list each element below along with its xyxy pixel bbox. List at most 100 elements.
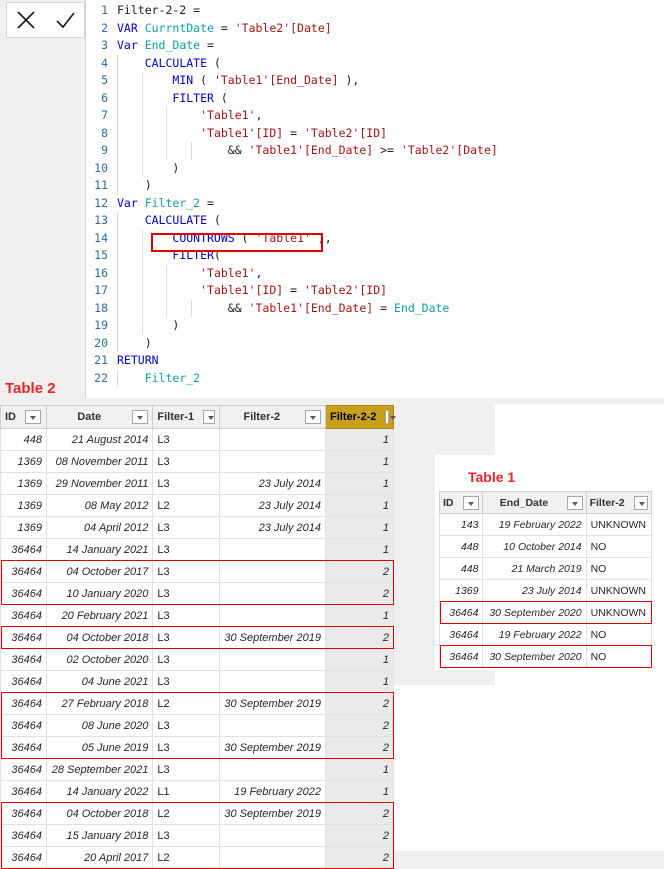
filter-dropdown-icon[interactable] bbox=[385, 410, 396, 424]
table-cell bbox=[218, 714, 327, 737]
code-token: ( bbox=[193, 73, 214, 87]
cancel-icon[interactable] bbox=[14, 8, 38, 32]
table-cell: 2 bbox=[325, 692, 394, 715]
code-line-number: 12 bbox=[94, 195, 108, 210]
table-row[interactable]: 448 21 August 2014 L3 1 bbox=[0, 428, 394, 451]
table-row[interactable]: 1369 29 November 2011 L3 23 July 2014 1 bbox=[0, 472, 394, 495]
indent-guide bbox=[141, 159, 143, 177]
table-row[interactable]: 36464 28 September 2021 L3 1 bbox=[0, 758, 394, 781]
code-line-number: 8 bbox=[101, 125, 108, 140]
table1-col-id[interactable]: ID bbox=[438, 491, 484, 514]
table2-col-filter1[interactable]: Filter-1 bbox=[152, 405, 220, 429]
filter-dropdown-icon[interactable] bbox=[566, 495, 583, 510]
table1-label: Table 1 bbox=[468, 469, 516, 485]
table2-grid[interactable]: ID Date Filter-1 Filter-2 Filter-2-2 448… bbox=[0, 405, 396, 869]
table-cell: L1 bbox=[152, 780, 220, 803]
code-token: CALCULATE bbox=[144, 213, 208, 227]
code-token: 'Table1' bbox=[255, 230, 311, 245]
table-row[interactable]: 36464 30 September 2020 UNKNOWN bbox=[438, 601, 653, 624]
table-cell: 14 January 2021 bbox=[45, 538, 154, 561]
indent-guide bbox=[166, 299, 167, 317]
code-token: CurrntDate bbox=[144, 20, 214, 35]
table-row[interactable]: 36464 04 June 2021 L3 1 bbox=[0, 670, 394, 693]
filter-dropdown-icon[interactable] bbox=[305, 410, 322, 424]
code-line-number: 4 bbox=[101, 55, 108, 70]
table-row[interactable]: 36464 04 October 2018 L3 30 September 2019 2 bbox=[0, 626, 394, 649]
table-cell: L2 bbox=[152, 802, 220, 825]
table1-col-filter2[interactable]: Filter-2 bbox=[585, 491, 653, 514]
table-cell: 04 October 2018 bbox=[45, 626, 154, 649]
filter-dropdown-icon[interactable] bbox=[203, 410, 215, 424]
code-token: Filter-2-2 = bbox=[117, 3, 201, 17]
table1-col-enddate-label: End_Date bbox=[499, 496, 549, 509]
table-row[interactable]: 36464 20 April 2017 L2 2 bbox=[0, 846, 394, 869]
table-row[interactable]: 1369 08 November 2011 L3 1 bbox=[0, 450, 394, 473]
table-cell: 2 bbox=[325, 846, 394, 869]
table-cell: L3 bbox=[152, 560, 220, 583]
table-row[interactable]: 36464 27 February 2018 L2 30 September 2019… bbox=[0, 692, 394, 715]
table-cell: 36464 bbox=[0, 626, 47, 649]
table2-col-date[interactable]: Date bbox=[45, 405, 154, 429]
code-line-number: 5 bbox=[101, 73, 108, 87]
table-cell: L2 bbox=[152, 846, 220, 869]
table-cell: UNKNOWN bbox=[585, 513, 653, 536]
confirm-icon[interactable] bbox=[53, 8, 77, 32]
indent-guide bbox=[117, 212, 118, 230]
code-token: 'Table2'[Date] bbox=[400, 143, 498, 157]
filter-dropdown-icon[interactable] bbox=[132, 410, 149, 424]
table-row[interactable]: 36464 05 June 2019 L3 30 September 2019 2 bbox=[0, 736, 394, 759]
table2-col-filter2[interactable]: Filter-2 bbox=[218, 405, 327, 429]
table-cell: 30 September 2019 bbox=[218, 736, 327, 759]
table-cell bbox=[218, 648, 327, 671]
table-row[interactable]: 143 19 February 2022 UNKNOWN bbox=[438, 513, 653, 536]
table-cell: L3 bbox=[152, 604, 220, 627]
code-line-number: 3 bbox=[101, 38, 108, 52]
indent-guide bbox=[141, 89, 143, 107]
table-row[interactable]: 36464 14 January 2021 L3 1 bbox=[0, 538, 394, 561]
table-cell bbox=[218, 604, 327, 627]
table2-col-filter22[interactable]: Filter-2-2 bbox=[325, 405, 396, 429]
code-line-number: 10 bbox=[94, 160, 108, 175]
dax-code-area[interactable]: 1 Filter-2-2 = 2 VAR CurrntDate = 'Table2'[… bbox=[86, 0, 664, 398]
indent-guide bbox=[117, 124, 118, 142]
code-token: 'Table1'[End_Date] bbox=[248, 300, 374, 315]
table1-grid[interactable]: ID End_Date Filter-2 143 19 February 2022… bbox=[438, 491, 653, 668]
table2-col-id[interactable]: ID bbox=[0, 405, 47, 429]
table-row[interactable]: 1369 08 May 2012 L2 23 July 2014 1 bbox=[0, 494, 394, 517]
table-row[interactable]: 1369 04 April 2012 L3 23 July 2014 1 bbox=[0, 516, 394, 539]
table-row[interactable]: 36464 08 June 2020 L3 2 bbox=[0, 714, 394, 737]
filter-dropdown-icon[interactable] bbox=[633, 495, 648, 510]
filter-dropdown-icon[interactable] bbox=[462, 495, 479, 510]
table-row[interactable]: 36464 02 October 2020 L3 1 bbox=[0, 648, 394, 671]
table-cell bbox=[218, 582, 327, 605]
table-row[interactable]: 36464 19 February 2022 NO bbox=[438, 623, 653, 646]
table-row[interactable]: 448 10 October 2014 NO bbox=[438, 535, 653, 558]
table-cell: 36464 bbox=[0, 670, 47, 693]
code-line: 4 CALCULATE ( bbox=[86, 54, 664, 72]
table-row[interactable]: 36464 14 January 2022 L1 19 February 2022 1 bbox=[0, 780, 394, 803]
filter-dropdown-icon[interactable] bbox=[25, 410, 41, 424]
code-line-number: 9 bbox=[101, 143, 108, 157]
table1-col-id-label: ID bbox=[443, 496, 454, 509]
code-line-number: 7 bbox=[101, 108, 108, 122]
indent-guide bbox=[117, 229, 118, 247]
table-row[interactable]: 448 21 March 2019 NO bbox=[438, 557, 653, 580]
table-row[interactable]: 1369 23 July 2014 UNKNOWN bbox=[438, 579, 653, 602]
indent-guide bbox=[117, 299, 118, 317]
code-token: = bbox=[200, 38, 214, 52]
table-row[interactable]: 36464 04 October 2018 L2 30 September 2019 2 bbox=[0, 802, 394, 825]
table-cell: 05 June 2019 bbox=[45, 736, 154, 759]
formula-editor: 1 Filter-2-2 = 2 VAR CurrntDate = 'Table2'[… bbox=[0, 0, 664, 398]
table1-col-enddate[interactable]: End_Date bbox=[482, 491, 587, 514]
table-cell: 36464 bbox=[0, 780, 47, 803]
table-row[interactable]: 36464 20 February 2021 L3 1 bbox=[0, 604, 394, 627]
table-cell: 30 September 2020 bbox=[482, 645, 587, 668]
table-row[interactable]: 36464 10 January 2020 L3 2 bbox=[0, 582, 394, 605]
table-row[interactable]: 36464 04 October 2017 L3 2 bbox=[0, 560, 394, 583]
table-row[interactable]: 36464 15 January 2018 L3 2 bbox=[0, 824, 394, 847]
table-cell bbox=[218, 824, 327, 847]
table-cell: 36464 bbox=[0, 846, 47, 869]
indent-guide bbox=[117, 264, 118, 282]
table-row[interactable]: 36464 30 September 2020 NO bbox=[438, 645, 653, 668]
table-cell: 2 bbox=[325, 824, 394, 847]
